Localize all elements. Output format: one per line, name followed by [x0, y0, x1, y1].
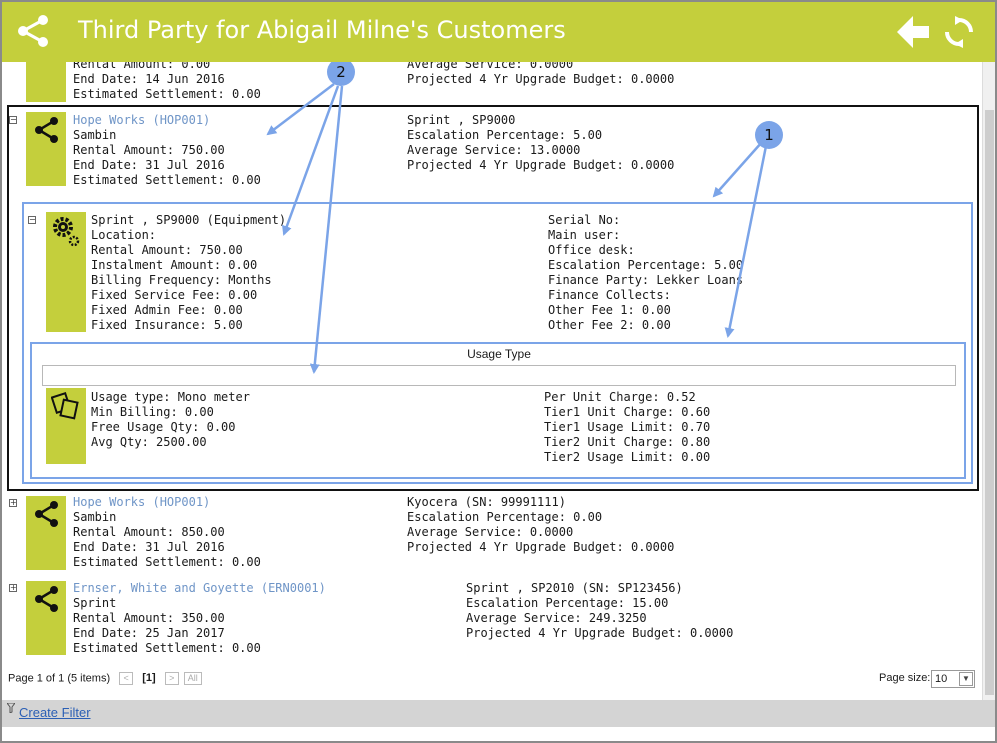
app-window: Third Party for Abigail Milne's Customer…: [0, 0, 997, 743]
record-share-square: [26, 581, 66, 655]
record3-right: Sprint , SP2010 (SN: SP123456) Escalatio…: [466, 581, 733, 641]
share-icon[interactable]: [16, 14, 52, 48]
record-field: Estimated Settlement: 0.00: [73, 555, 261, 569]
pager: Page 1 of 1 (5 items) < [1] > All: [8, 672, 203, 685]
chevron-down-icon[interactable]: ▼: [959, 672, 973, 686]
record3-left: Ernser, White and Goyette (ERN0001) Spri…: [73, 581, 326, 656]
record-field: Sprint , SP2010 (SN: SP123456): [466, 581, 683, 595]
record-field: End Date: 31 Jul 2016: [73, 540, 225, 554]
grid-content: Rental Amount: 0.00 End Date: 14 Jun 201…: [2, 62, 982, 700]
record-field: Average Service: 0.0000: [407, 525, 574, 539]
page-title: Third Party for Abigail Milne's Customer…: [78, 16, 566, 44]
arrow-2-usage: [309, 85, 344, 374]
record-field: End Date: 25 Jan 2017: [73, 626, 225, 640]
record-field: Sambin: [73, 510, 117, 524]
record2-left: Hope Works (HOP001) Sambin Rental Amount…: [73, 495, 261, 570]
record-field: Projected 4 Yr Upgrade Budget: 0.0000: [466, 626, 734, 640]
filter-icon[interactable]: [7, 703, 15, 713]
page-size-label: Page size:: [879, 672, 931, 684]
record-field: Sprint: [73, 596, 117, 610]
record-field: Projected 4 Yr Upgrade Budget: 0.0000: [407, 540, 675, 554]
expand-toggle[interactable]: +: [9, 584, 17, 592]
record-field: Escalation Percentage: 0.00: [407, 510, 603, 524]
record-field: Escalation Percentage: 15.00: [466, 596, 669, 610]
header-bar: Third Party for Abigail Milne's Customer…: [2, 2, 995, 62]
share-icon: [35, 501, 58, 527]
pager-prev-button[interactable]: <: [119, 672, 134, 685]
filter-bar: Create Filter: [2, 700, 995, 727]
create-filter-link[interactable]: Create Filter: [19, 705, 91, 720]
callout-arrows: [266, 83, 768, 374]
record-field: Average Service: 249.3250: [466, 611, 647, 625]
pager-info: Page 1 of 1 (5 items): [8, 672, 111, 685]
record-field: Rental Amount: 850.00: [73, 525, 225, 539]
arrow-1-equipment: [712, 141, 763, 198]
back-arrow-icon[interactable]: [897, 16, 931, 48]
record-field: Rental Amount: 350.00: [73, 611, 225, 625]
page-size-select[interactable]: 10 ▼: [931, 670, 975, 688]
record-field: Estimated Settlement: 0.00: [73, 641, 261, 655]
page-size-value: 10: [935, 673, 948, 685]
share-icon: [35, 586, 58, 612]
record-share-square: [26, 496, 66, 570]
callout-badge-1: 1: [755, 121, 783, 149]
record2-right: Kyocera (SN: 99991111) Escalation Percen…: [407, 495, 674, 555]
refresh-icon[interactable]: [943, 16, 975, 48]
customer-link[interactable]: Ernser, White and Goyette (ERN0001): [73, 581, 326, 596]
scrollbar-thumb[interactable]: [985, 110, 994, 695]
pager-current-page[interactable]: [1]: [142, 672, 155, 684]
pager-next-button[interactable]: >: [164, 672, 179, 685]
pager-all-button[interactable]: All: [183, 672, 202, 685]
vertical-scrollbar[interactable]: [982, 62, 995, 700]
